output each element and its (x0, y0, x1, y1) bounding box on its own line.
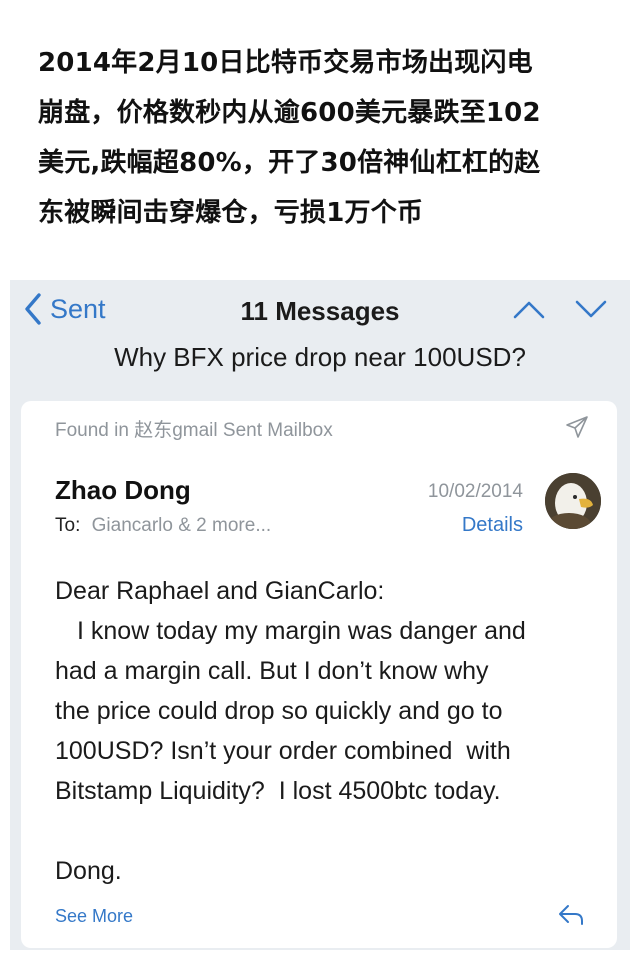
body-spacer (55, 811, 600, 851)
body-line: Bitstamp Liquidity? I lost 4500btc today… (55, 777, 501, 805)
recipients-row: To: Giancarlo & 2 more... (55, 515, 271, 537)
headline-caption: 2014年2月10日比特币交易市场出现闪电 崩盘，价格数秒内从逾600美元暴跌至… (38, 38, 608, 238)
sender-name: Zhao Dong (55, 475, 191, 505)
avatar (545, 473, 601, 529)
body-signature: Dong. (55, 857, 122, 885)
mail-card: Found in 赵东gmail Sent Mailbox Zhao Dong … (21, 401, 617, 948)
body-line: the price could drop so quickly and go t… (55, 697, 503, 725)
message-navigation (512, 298, 608, 320)
reply-arrow-icon[interactable] (557, 903, 585, 927)
thread-subject: Why BFX price drop near 100USD? (114, 342, 526, 372)
chevron-down-icon[interactable] (574, 298, 608, 320)
caption-line-4: 东被瞬间击穿爆仓，亏损1万个币 (38, 198, 424, 228)
nav-bar: Sent 11 Messages (10, 280, 630, 342)
caption-line-3: 美元,跌幅超80%，开了30倍神仙杠杠的赵 (38, 148, 541, 178)
eagle-avatar-icon (545, 473, 601, 529)
caption-line-1: 2014年2月10日比特币交易市场出现闪电 (38, 48, 533, 78)
mail-body: Dear Raphael and GianCarlo: I know today… (55, 571, 600, 891)
caption-line-2: 崩盘，价格数秒内从逾600美元暴跌至102 (38, 98, 541, 128)
recipients-value: Giancarlo & 2 more... (91, 515, 272, 536)
details-link[interactable]: Details (462, 514, 523, 537)
found-in-label: Found in 赵东gmail Sent Mailbox (55, 420, 333, 441)
chevron-up-icon[interactable] (512, 298, 546, 320)
page: 2014年2月10日比特币交易市场出现闪电 崩盘，价格数秒内从逾600美元暴跌至… (0, 0, 640, 960)
sent-date: 10/02/2014 (427, 481, 523, 502)
body-greeting: Dear Raphael and GianCarlo: (55, 577, 385, 605)
see-more-link[interactable]: See More (55, 906, 133, 927)
mail-screenshot: Sent 11 Messages Why BFX price drop near… (10, 280, 630, 950)
to-label: To: (55, 515, 81, 536)
body-line: I know today my margin was danger and (77, 617, 526, 645)
body-line: had a margin call. But I don’t know why (55, 657, 489, 685)
paper-plane-icon (566, 416, 588, 438)
body-line: 100USD? Isn’t your order combined with (55, 737, 511, 765)
